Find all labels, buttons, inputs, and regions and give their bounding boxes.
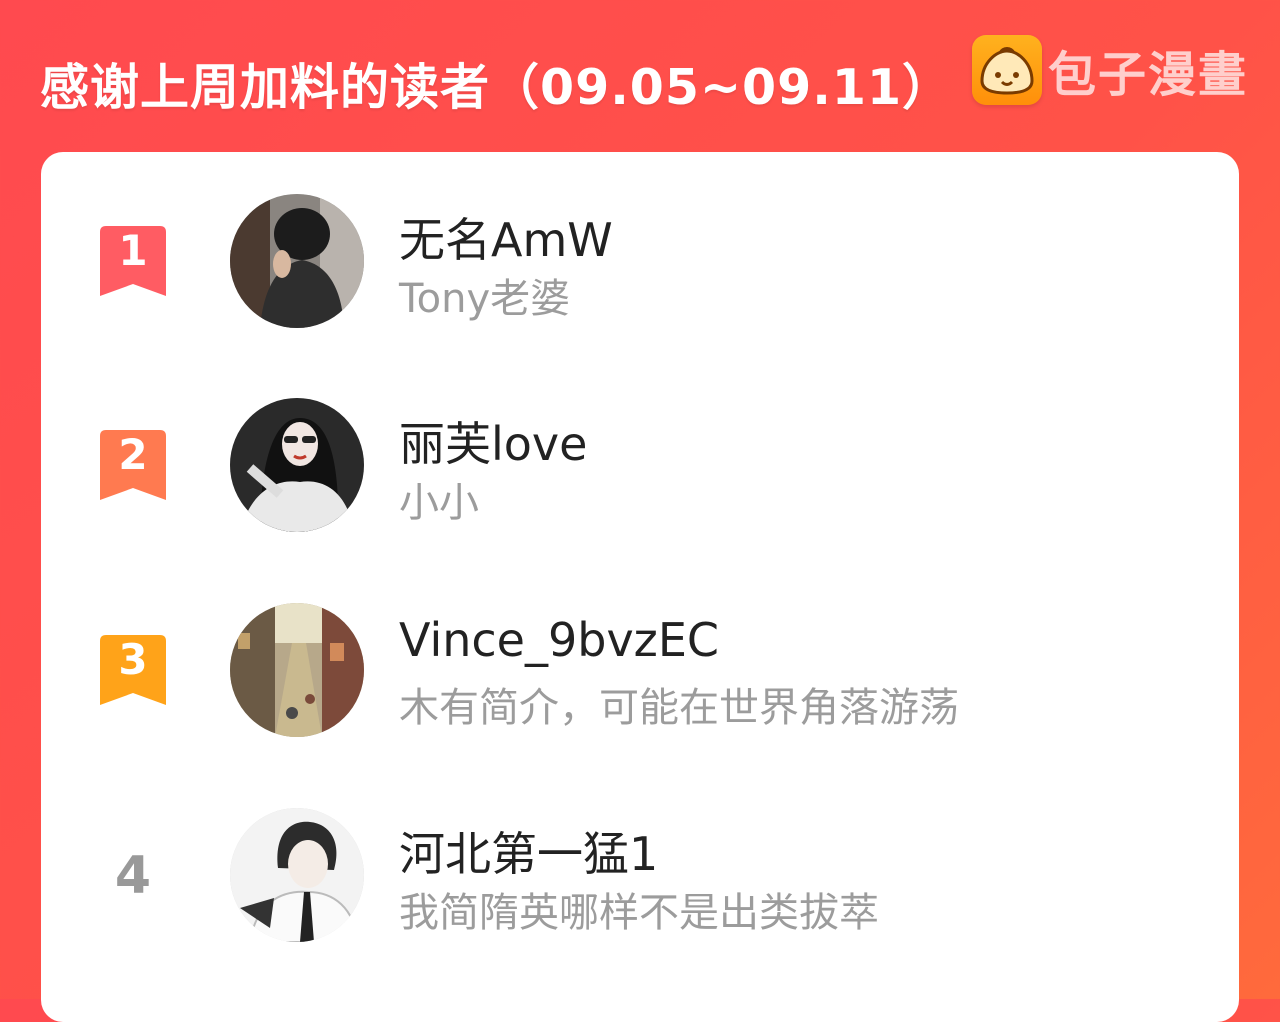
avatar-illustration-icon[interactable] xyxy=(230,398,364,532)
rank-badge-3: 3 xyxy=(98,633,168,707)
reader-name: 丽芙love xyxy=(399,417,588,471)
avatar-anime-icon[interactable] xyxy=(230,808,364,942)
reader-bio: 我简隋英哪样不是出类拔萃 xyxy=(399,890,879,936)
rank-number: 3 xyxy=(118,635,148,684)
reader-bio: 小小 xyxy=(399,480,479,526)
avatar-street-icon[interactable] xyxy=(230,603,364,737)
list-item[interactable]: 1 无名AmW Tony老婆 xyxy=(41,194,1239,334)
page-title: 感谢上周加料的读者（09.05~09.11） xyxy=(40,59,953,116)
reader-name: 河北第一猛1 xyxy=(399,827,659,881)
baozi-bun-icon xyxy=(972,35,1042,105)
list-item[interactable]: 3 Vince_9bvzEC 木有简介，可能在世界角落游荡 xyxy=(41,603,1239,743)
avatar-photo-icon[interactable] xyxy=(230,194,364,328)
reader-bio: 木有简介，可能在世界角落游荡 xyxy=(399,685,959,731)
reader-bio: Tony老婆 xyxy=(399,276,571,322)
rank-badge-2: 2 xyxy=(98,428,168,502)
rank-badge-1: 1 xyxy=(98,224,168,298)
list-item[interactable]: 2 丽芙love 小小 xyxy=(41,398,1239,538)
list-item[interactable]: 4 河北第一猛1 我简隋英哪样不是出类拔萃 xyxy=(41,808,1239,948)
reader-name: 无名AmW xyxy=(399,213,613,267)
reader-list-card: 1 无名AmW Tony老婆 2 丽芙love 小小 3 Vince_9bvzE… xyxy=(41,152,1239,1022)
rank-number: 1 xyxy=(118,226,148,275)
brand-name: 包子漫畫 xyxy=(1048,47,1249,103)
brand[interactable]: 包子漫畫 xyxy=(972,34,1248,106)
rank-number: 4 xyxy=(114,846,152,906)
reader-name: Vince_9bvzEC xyxy=(399,613,720,667)
rank-number: 2 xyxy=(118,430,148,479)
header: 感谢上周加料的读者（09.05~09.11） 包子漫畫 xyxy=(0,0,1280,150)
